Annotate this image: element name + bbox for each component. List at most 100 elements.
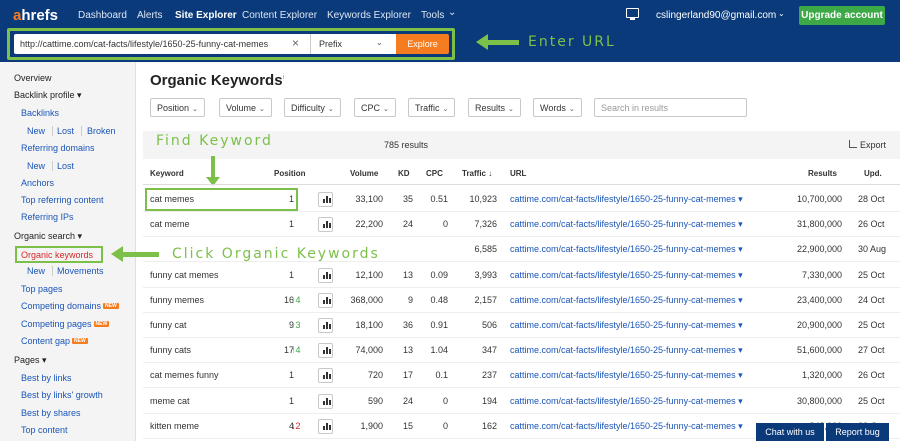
sidebar-best-by-shares[interactable]: Best by shares (21, 408, 81, 418)
chat-button[interactable]: Chat with us (756, 423, 824, 441)
keyword-cell[interactable]: cat meme (150, 219, 190, 229)
keyword-cell[interactable]: funny cat memes (150, 270, 219, 280)
url-cell[interactable]: cattime.com/cat-facts/lifestyle/1650-25-… (510, 370, 743, 381)
content-gap-label: Content gap (21, 336, 71, 346)
sidebar-top-referring-content[interactable]: Top referring content (21, 195, 104, 205)
keyword-cell[interactable]: funny cats (150, 345, 191, 355)
results-cell: 10,700,000 (796, 194, 842, 204)
col-upd[interactable]: Upd. (864, 169, 882, 178)
sidebar-organic-keywords[interactable]: Organic keywords (21, 250, 93, 260)
info-icon[interactable]: i (283, 74, 285, 81)
traffic-cell: 237 (481, 370, 497, 380)
col-cpc[interactable]: CPC (426, 169, 443, 178)
url-cell[interactable]: cattime.com/cat-facts/lifestyle/1650-25-… (510, 219, 743, 230)
nav-alerts[interactable]: Alerts (137, 10, 163, 21)
url-cell[interactable]: cattime.com/cat-facts/lifestyle/1650-25-… (510, 320, 743, 331)
chevron-down-icon: ⌄ (508, 106, 514, 113)
account-email[interactable]: cslingerland90@gmail.com (656, 10, 776, 21)
col-position[interactable]: Position (274, 169, 306, 178)
sidebar-backlinks-broken[interactable]: Broken (87, 126, 116, 136)
col-kd[interactable]: KD (398, 169, 410, 178)
explore-button[interactable]: Explore (396, 34, 449, 54)
url-cell[interactable]: cattime.com/cat-facts/lifestyle/1650-25-… (510, 345, 743, 356)
monitor-icon[interactable] (626, 8, 639, 20)
filter-label: Position (157, 103, 190, 113)
filter-position[interactable]: Position ⌄ (150, 98, 205, 117)
filter-traffic[interactable]: Traffic ⌄ (408, 98, 456, 117)
sidebar-rd-new[interactable]: New (27, 161, 45, 171)
sidebar-backlink-profile[interactable]: Backlink profile ▾ (14, 90, 82, 101)
sidebar-rd-lost[interactable]: Lost (57, 161, 74, 171)
url-cell[interactable]: cattime.com/cat-facts/lifestyle/1650-25-… (510, 270, 743, 281)
mode-chevron-icon[interactable]: ⌄ (376, 38, 383, 47)
sidebar-backlinks-new[interactable]: New (27, 126, 45, 136)
volume-cell: 590 (367, 396, 383, 406)
results-cell: 23,400,000 (796, 295, 842, 305)
sidebar-competing-domains[interactable]: Competing domains NEW (21, 301, 119, 311)
sidebar-best-by-links-growth[interactable]: Best by links' growth (21, 390, 103, 400)
account-chevron-icon[interactable]: ⌄ (778, 9, 785, 18)
sidebar-backlinks[interactable]: Backlinks (21, 108, 59, 118)
mode-select[interactable]: Prefix (310, 34, 396, 54)
filter-difficulty[interactable]: Difficulty ⌄ (284, 98, 341, 117)
sidebar-overview[interactable]: Overview (14, 73, 52, 83)
sidebar-top-content[interactable]: Top content (21, 425, 68, 435)
keyword-cell[interactable]: funny cat (150, 320, 187, 330)
filter-results[interactable]: Results ⌄ (468, 98, 521, 117)
nav-keywords-explorer[interactable]: Keywords Explorer (327, 10, 411, 21)
keyword-cell[interactable]: kitten meme (150, 421, 199, 431)
col-results[interactable]: Results (808, 169, 837, 178)
sidebar-referring-domains[interactable]: Referring domains (21, 143, 95, 153)
url-cell[interactable]: cattime.com/cat-facts/lifestyle/1650-25-… (510, 295, 743, 306)
updated-cell: 27 Oct (858, 345, 885, 355)
position-cell: 1 (288, 270, 294, 280)
nav-content-explorer[interactable]: Content Explorer (242, 10, 317, 21)
url-cell[interactable]: cattime.com/cat-facts/lifestyle/1650-25-… (510, 244, 743, 255)
upgrade-account-button[interactable]: Upgrade account (799, 6, 885, 25)
sidebar-anchors[interactable]: Anchors (21, 178, 54, 188)
sidebar-ok-movements[interactable]: Movements (57, 266, 104, 276)
keyword-cell[interactable]: funny memes (150, 295, 204, 305)
col-url[interactable]: URL (510, 169, 526, 178)
cpc-cell: 0.51 (430, 194, 448, 204)
col-traffic[interactable]: Traffic ↓ (462, 169, 492, 178)
sidebar-best-by-links[interactable]: Best by links (21, 373, 72, 383)
sidebar-content-gap[interactable]: Content gap NEW (21, 336, 88, 346)
results-count: 785 results (384, 140, 429, 150)
sidebar-backlinks-lost[interactable]: Lost (57, 126, 74, 136)
clear-icon[interactable]: × (292, 37, 299, 49)
position-change: ↓2 (291, 421, 301, 431)
filter-volume[interactable]: Volume ⌄ (219, 98, 272, 117)
url-cell[interactable]: cattime.com/cat-facts/lifestyle/1650-25-… (510, 396, 743, 407)
search-results-input[interactable]: Search in results (594, 98, 747, 117)
url-cell[interactable]: cattime.com/cat-facts/lifestyle/1650-25-… (510, 421, 743, 432)
export-button[interactable]: Export (849, 140, 886, 150)
row-divider (143, 387, 900, 388)
col-keyword[interactable]: Keyword (150, 169, 184, 178)
updated-cell: 25 Oct (858, 396, 885, 406)
target-url-input[interactable]: http://cattime.com/cat-facts/lifestyle/1… (14, 34, 310, 54)
url-cell[interactable]: cattime.com/cat-facts/lifestyle/1650-25-… (510, 194, 743, 205)
nav-tools[interactable]: Tools (421, 10, 444, 21)
filter-words[interactable]: Words ⌄ (533, 98, 582, 117)
col-volume[interactable]: Volume (350, 169, 378, 178)
traffic-cell: 6,585 (474, 244, 497, 254)
nav-dashboard[interactable]: Dashboard (78, 10, 127, 21)
filter-cpc[interactable]: CPC ⌄ (354, 98, 396, 117)
row-divider (143, 287, 900, 288)
nav-site-explorer[interactable]: Site Explorer (175, 10, 237, 21)
row-divider (143, 236, 900, 237)
ahrefs-logo[interactable]: ahrefs (13, 7, 58, 24)
sidebar-competing-pages[interactable]: Competing pages NEW (21, 319, 110, 329)
sidebar-referring-ips[interactable]: Referring IPs (21, 212, 74, 222)
keyword-cell[interactable]: meme cat (150, 396, 190, 406)
sidebar-pages[interactable]: Pages ▾ (14, 355, 47, 366)
sidebar-ok-new[interactable]: New (27, 266, 45, 276)
report-bug-button[interactable]: Report bug (826, 423, 889, 441)
logo-text: hrefs (21, 7, 59, 24)
sidebar-top-pages[interactable]: Top pages (21, 284, 63, 294)
sidebar-organic-search[interactable]: Organic search ▾ (14, 231, 82, 242)
tools-chevron-icon[interactable]: ⌄ (448, 7, 456, 18)
export-icon (849, 140, 857, 148)
keyword-cell[interactable]: cat memes funny (150, 370, 219, 380)
